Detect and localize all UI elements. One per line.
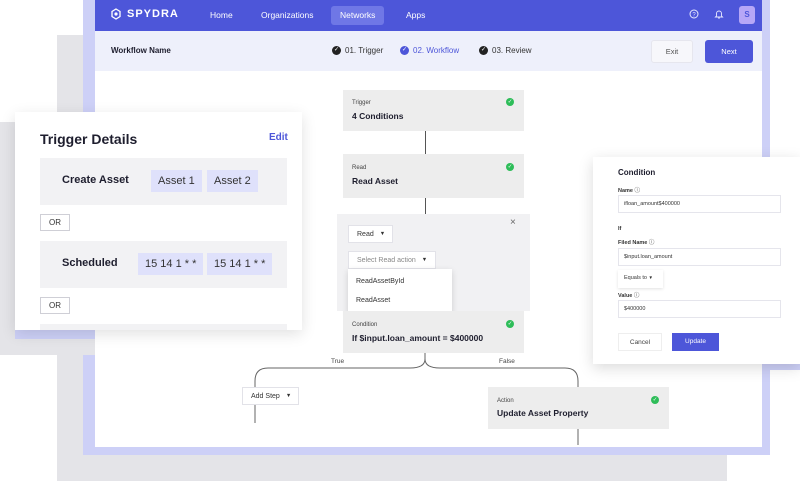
- exit-button[interactable]: Exit: [651, 40, 693, 63]
- backdrop-gray-trigger: [0, 122, 15, 355]
- step-label: 03. Review: [492, 46, 532, 55]
- step-label: 02. Workflow: [413, 46, 460, 55]
- asset-chip: Asset 2: [207, 170, 258, 192]
- trigger-details-panel: Trigger Details Edit Create Asset Asset …: [15, 112, 302, 330]
- check-circle-icon: ✓: [506, 98, 514, 106]
- connector-line: [425, 198, 426, 214]
- step-review[interactable]: ✓ 03. Review: [479, 46, 532, 55]
- top-navigation: SPYDRA Home Organizations Networks Apps …: [95, 0, 762, 31]
- read-action-menu: ReadAssetById ReadAsset: [348, 269, 452, 314]
- dropdown-value: Add Step: [251, 392, 280, 400]
- cron-chip: 15 14 1 * *: [138, 253, 204, 275]
- update-button[interactable]: Update: [672, 333, 719, 351]
- nav-home[interactable]: Home: [201, 6, 242, 25]
- node-value: If $input.loan_amount = $400000: [352, 333, 484, 343]
- node-value: Read Asset: [352, 176, 398, 186]
- brand-name: SPYDRA: [127, 8, 179, 20]
- step-label: 01. Trigger: [345, 46, 384, 55]
- dropdown-value: Read: [357, 230, 374, 238]
- info-icon: ⓘ: [648, 240, 655, 246]
- caret-down-icon: ▼: [285, 393, 292, 399]
- node-label: Trigger: [352, 100, 371, 106]
- avatar[interactable]: S: [739, 6, 755, 24]
- menu-item-readasset[interactable]: ReadAsset: [356, 297, 390, 304]
- trigger-node[interactable]: Trigger 4 Conditions ✓: [343, 90, 524, 131]
- info-icon: ⓘ: [634, 188, 641, 194]
- brand[interactable]: SPYDRA: [110, 8, 179, 20]
- asset-chip: Asset 1: [151, 170, 202, 192]
- filed-name-label: Filed Name ⓘ: [618, 240, 655, 246]
- cron-chip: 15 14 1 * *: [207, 253, 273, 275]
- value-field[interactable]: $400000: [618, 300, 781, 318]
- workflow-header: Workflow Name ✓ 01. Trigger ✓ 02. Workfl…: [95, 31, 762, 71]
- name-field[interactable]: ifloan_amount$400000: [618, 195, 781, 213]
- or-separator: OR: [40, 214, 70, 231]
- trigger-row-scheduled: Scheduled 15 14 1 * * 15 14 1 * *: [40, 241, 287, 288]
- node-label: Condition: [352, 322, 378, 328]
- step-trigger[interactable]: ✓ 01. Trigger: [332, 46, 383, 55]
- operator-dropdown[interactable]: Equals to ▼: [618, 270, 663, 288]
- check-circle-icon: ✓: [332, 46, 341, 55]
- branch-true-label: True: [331, 358, 345, 365]
- or-separator: OR: [40, 297, 70, 314]
- bell-icon[interactable]: [713, 9, 725, 21]
- panel-title: Condition: [618, 168, 656, 177]
- check-circle-icon: ✓: [651, 396, 659, 404]
- read-action-dropdown[interactable]: Select Read action ▼: [348, 251, 436, 269]
- trigger-row-create-asset: Create Asset Asset 1 Asset 2: [40, 158, 287, 205]
- nav-networks[interactable]: Networks: [331, 6, 385, 25]
- value-label: Value ⓘ: [618, 293, 640, 299]
- close-icon[interactable]: ×: [510, 217, 516, 228]
- node-value: Update Asset Property: [497, 408, 589, 418]
- trigger-name: Create Asset: [62, 174, 129, 186]
- cancel-button[interactable]: Cancel: [618, 333, 662, 351]
- caret-down-icon: ▼: [379, 231, 386, 237]
- add-step-dropdown[interactable]: Add Step ▼: [242, 387, 299, 405]
- branch-false-label: False: [499, 358, 515, 365]
- dropdown-value: Equals to: [624, 275, 647, 281]
- help-icon[interactable]: ?: [688, 9, 700, 21]
- node-label: Read: [352, 165, 367, 171]
- read-type-dropdown[interactable]: Read ▼: [348, 225, 393, 243]
- read-node[interactable]: Read Read Asset ✓: [343, 154, 524, 198]
- edit-link[interactable]: Edit: [269, 132, 288, 143]
- node-label: Action: [497, 398, 514, 404]
- condition-panel: Condition Name ⓘ ifloan_amount$400000 If…: [593, 157, 800, 364]
- check-circle-icon: ✓: [506, 320, 514, 328]
- filed-name-field[interactable]: $input.loan_amount: [618, 248, 781, 266]
- check-circle-icon: ✓: [400, 46, 409, 55]
- node-value: 4 Conditions: [352, 111, 404, 121]
- nav-apps[interactable]: Apps: [397, 6, 434, 25]
- logo-icon: [111, 8, 121, 20]
- nav-organizations[interactable]: Organizations: [252, 6, 322, 25]
- check-circle-icon: ✓: [479, 46, 488, 55]
- next-button[interactable]: Next: [705, 40, 753, 63]
- info-icon: ⓘ: [633, 293, 640, 299]
- connector-line: [425, 131, 426, 154]
- caret-down-icon: ▼: [648, 275, 653, 280]
- dropdown-placeholder: Select Read action: [357, 256, 416, 264]
- menu-item-readassetbyid[interactable]: ReadAssetById: [356, 278, 404, 285]
- panel-title: Trigger Details: [40, 131, 138, 147]
- workflow-name: Workflow Name: [111, 46, 171, 55]
- step-workflow[interactable]: ✓ 02. Workflow: [400, 46, 459, 55]
- trigger-name: Scheduled: [62, 257, 118, 269]
- action-node[interactable]: Action Update Asset Property ✓: [488, 387, 669, 429]
- backdrop-violet-bottom: [83, 447, 762, 455]
- condition-node[interactable]: Condition If $input.loan_amount = $40000…: [343, 311, 524, 353]
- trigger-row-partial: [40, 324, 287, 330]
- if-label: If: [618, 226, 622, 232]
- check-circle-icon: ✓: [506, 163, 514, 171]
- caret-down-icon: ▼: [421, 257, 428, 263]
- name-label: Name ⓘ: [618, 188, 641, 194]
